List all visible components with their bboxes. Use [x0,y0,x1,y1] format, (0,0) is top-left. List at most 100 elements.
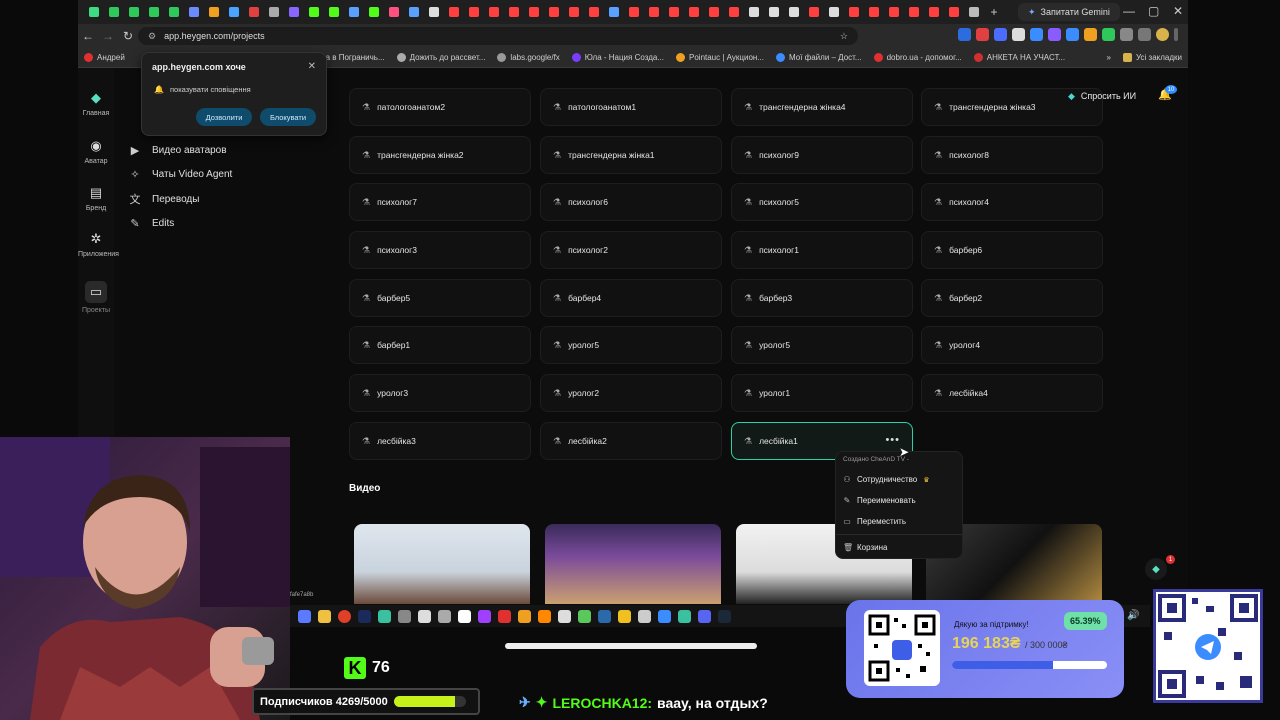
folder-card[interactable]: ⚗ барбер2 [921,279,1103,317]
back-icon[interactable]: ← [78,29,98,43]
tab-favicon[interactable] [806,4,822,20]
close-icon[interactable]: ✕ [308,61,316,72]
tab-favicon[interactable] [226,4,242,20]
folder-card[interactable]: ⚗ лесбійка2 [540,422,722,460]
more-options-icon[interactable]: ••• [885,434,900,446]
menu-icon[interactable] [1174,28,1178,41]
extension-icon[interactable] [1084,28,1097,41]
taskbar-app-icon[interactable] [498,609,511,623]
extension-icon[interactable] [976,28,989,41]
folder-card[interactable]: ⚗ барбер3 [731,279,913,317]
start-icon[interactable] [298,609,311,623]
taskbar-app-icon[interactable] [458,609,471,623]
rail-home[interactable]: ◆ Главная [78,90,114,117]
taskbar-app-icon[interactable] [598,609,611,623]
folder-card[interactable]: ⚗ трансгендерна жінка2 [349,136,531,174]
bookmark-star-icon[interactable]: ☆ [840,31,848,42]
rail-projects[interactable]: ▭ Проекты [78,281,114,314]
menu-item-trash[interactable]: 🗑 Корзина [843,543,887,552]
bookmark-item[interactable]: labs.google/fx [491,53,565,62]
taskbar-app-icon[interactable] [418,609,431,623]
tab-favicon[interactable] [966,4,982,20]
folder-card[interactable]: ⚗ уролог3 [349,374,531,412]
gemini-button[interactable]: ✦ Запитати Gemini [1018,3,1120,21]
taskbar-app-icon[interactable] [658,609,671,623]
menu-item-move[interactable]: ▭ Переместить [843,517,906,526]
bookmark-item[interactable]: Юла - Нация Созда... [566,53,670,62]
extension-icon[interactable] [1012,28,1025,41]
tab-favicon[interactable] [126,4,142,20]
folder-card[interactable]: ⚗ психолог3 [349,231,531,269]
taskbar-app-icon[interactable] [698,609,711,623]
taskbar-app-icon[interactable] [338,609,351,623]
tab-favicon[interactable] [786,4,802,20]
tab-favicon[interactable] [286,4,302,20]
tab-favicon[interactable] [146,4,162,20]
tab-favicon[interactable] [586,4,602,20]
taskbar-app-icon[interactable] [578,609,591,623]
help-bubble[interactable]: ◆ [1145,558,1167,580]
folder-card[interactable]: ⚗ барбер4 [540,279,722,317]
tab-favicon[interactable] [826,4,842,20]
taskbar-app-icon[interactable] [378,609,391,623]
folder-card[interactable]: ⚗ барбер1 [349,326,531,364]
taskbar-app-icon[interactable] [518,609,531,623]
tab-favicon[interactable] [506,4,522,20]
tab-favicon[interactable] [866,4,882,20]
reload-icon[interactable]: ↻ [118,29,138,43]
folder-card[interactable]: ⚗ трансгендерна жінка4 [731,88,913,126]
tab-favicon[interactable] [686,4,702,20]
tab-favicon[interactable] [306,4,322,20]
bookmark-item[interactable]: Pointauc | Аукцион... [670,53,770,62]
taskbar-app-icon[interactable] [358,609,371,623]
taskbar-app-icon[interactable] [718,609,731,623]
tab-favicon[interactable] [86,4,102,20]
extension-icon[interactable] [1102,28,1115,41]
folder-card[interactable]: ⚗ психолог7 [349,183,531,221]
tab-favicon[interactable] [246,4,262,20]
tab-favicon[interactable] [566,4,582,20]
bookmark-overflow-icon[interactable]: » [1101,53,1117,62]
tab-favicon[interactable] [726,4,742,20]
tab-favicon[interactable] [186,4,202,20]
rail-apps[interactable]: ✲ Приложения [78,231,119,258]
folder-card[interactable]: ⚗ барбер5 [349,279,531,317]
bookmark-item[interactable]: dobro.ua - допомог... [868,53,968,62]
nav-video-agent-chats[interactable]: ✧ Чаты Video Agent [128,163,232,188]
all-bookmarks[interactable]: Усі закладки [1117,53,1188,62]
tab-favicon[interactable] [666,4,682,20]
tab-favicon[interactable] [426,4,442,20]
folder-card[interactable]: ⚗ психолог8 [921,136,1103,174]
taskbar-app-icon[interactable] [538,609,551,623]
tab-favicon[interactable] [526,4,542,20]
folder-card[interactable]: ⚗ психолог4 [921,183,1103,221]
taskbar-app-icon[interactable] [318,609,331,623]
folder-card[interactable]: ⚗ уролог1 [731,374,913,412]
tab-favicon[interactable] [346,4,362,20]
taskbar-app-icon[interactable] [638,609,651,623]
extension-icon[interactable] [1030,28,1043,41]
folder-card[interactable]: ⚗ уролог4 [921,326,1103,364]
new-tab-icon[interactable]: + [986,4,1002,20]
site-info-icon[interactable]: ⚙ [148,31,156,42]
bookmark-item[interactable]: Дожить до рассвет... [391,53,492,62]
tab-favicon[interactable] [746,4,762,20]
bookmark-item[interactable]: Андрей [78,53,131,62]
tab-favicon[interactable] [386,4,402,20]
folder-card[interactable]: ⚗ психолог9 [731,136,913,174]
extension-icon[interactable] [1066,28,1079,41]
tab-favicon[interactable] [946,4,962,20]
extension-icon[interactable] [1048,28,1061,41]
folder-card[interactable]: ⚗ психолог1 [731,231,913,269]
taskbar-app-icon[interactable] [558,609,571,623]
video-thumbnail[interactable] [354,524,530,604]
taskbar-app-icon[interactable] [618,609,631,623]
profile-avatar[interactable] [1156,28,1169,41]
tab-favicon[interactable] [546,4,562,20]
nav-edits[interactable]: ✎ Edits [128,212,232,237]
taskbar-app-icon[interactable] [678,609,691,623]
rail-avatar[interactable]: ◉ Аватар [78,138,114,165]
bookmark-item[interactable]: АНКЕТА НА УЧАСТ... [968,53,1071,62]
volume-icon[interactable]: 🔊 [1127,610,1139,621]
tab-favicon[interactable] [906,4,922,20]
